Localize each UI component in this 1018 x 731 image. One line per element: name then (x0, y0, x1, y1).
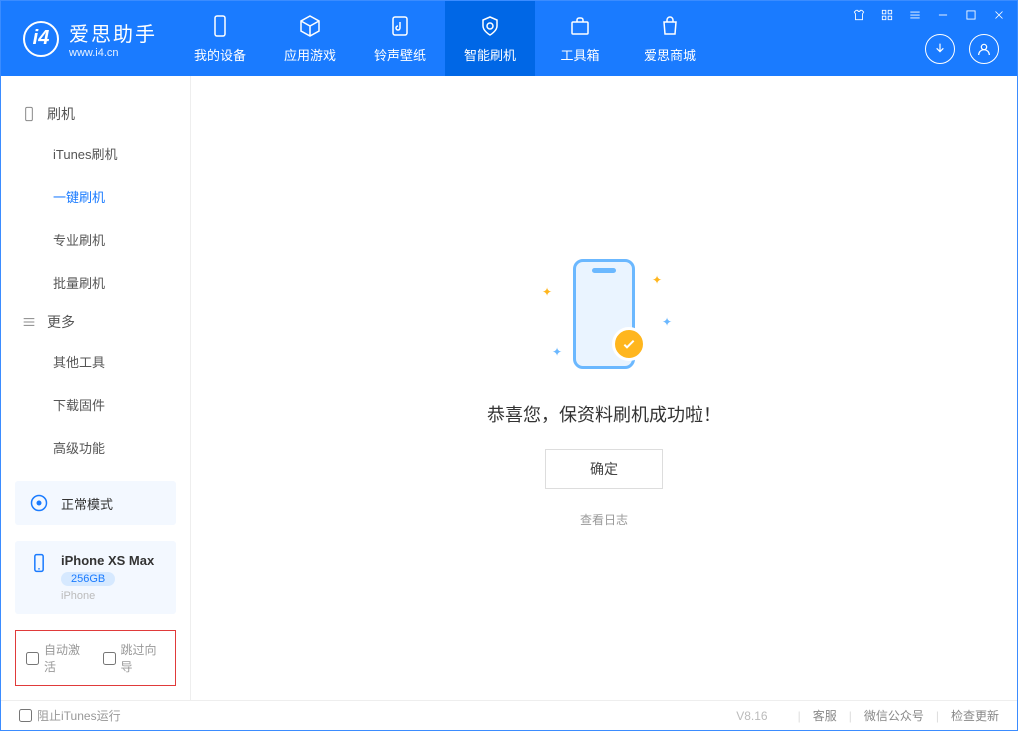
mode-label: 正常模式 (61, 494, 113, 513)
maximize-button[interactable] (963, 7, 979, 23)
list-icon (21, 314, 37, 330)
tshirt-icon[interactable] (851, 7, 867, 23)
checkbox-label: 自动激活 (44, 641, 89, 675)
device-capacity: 256GB (61, 572, 115, 586)
app-body: 刷机 iTunes刷机 一键刷机 专业刷机 批量刷机 更多 其他工具 下载固件 … (1, 76, 1017, 700)
version-label: V8.16 (736, 709, 767, 723)
logo-text: 爱思助手 www.i4.cn (69, 18, 157, 59)
minimize-button[interactable] (935, 7, 951, 23)
nav-apps-games[interactable]: 应用游戏 (265, 1, 355, 76)
confirm-button[interactable]: 确定 (545, 449, 663, 489)
toolbox-icon (567, 13, 593, 39)
logo-icon: i4 (23, 21, 59, 57)
sidebar-group-title: 更多 (47, 312, 75, 332)
sidebar-group-more[interactable]: 更多 (1, 304, 190, 340)
sidebar-item-pro-flash[interactable]: 专业刷机 (1, 218, 190, 261)
device-card[interactable]: iPhone XS Max 256GB iPhone (15, 541, 176, 614)
checkbox-label: 阻止iTunes运行 (37, 707, 121, 724)
cube-icon (297, 13, 323, 39)
nav-store[interactable]: 爱思商城 (625, 1, 715, 76)
download-button[interactable] (925, 34, 955, 64)
skip-guide-input[interactable] (103, 652, 116, 665)
nav-ringtones[interactable]: 铃声壁纸 (355, 1, 445, 76)
nav-toolbox[interactable]: 工具箱 (535, 1, 625, 76)
account-button[interactable] (969, 34, 999, 64)
grid-icon[interactable] (879, 7, 895, 23)
spark-icon: ✦ (552, 345, 562, 359)
sidebar: 刷机 iTunes刷机 一键刷机 专业刷机 批量刷机 更多 其他工具 下载固件 … (1, 76, 191, 700)
footer: 阻止iTunes运行 V8.16 | 客服 | 微信公众号 | 检查更新 (1, 700, 1017, 730)
footer-link-wechat[interactable]: 微信公众号 (864, 707, 924, 724)
user-icon (976, 41, 992, 57)
window-controls (851, 7, 1007, 23)
success-illustration: ✦ ✦ ✦ ✦ (524, 249, 684, 379)
nav-label: 工具箱 (560, 45, 599, 64)
device-name: iPhone XS Max (61, 553, 154, 568)
success-badge-icon (612, 327, 646, 361)
phone-icon (207, 13, 233, 39)
spark-icon: ✦ (652, 273, 662, 287)
check-icon (621, 336, 637, 352)
music-file-icon (387, 13, 413, 39)
block-itunes-checkbox[interactable]: 阻止iTunes运行 (19, 707, 121, 724)
main-nav: 我的设备 应用游戏 铃声壁纸 智能刷机 工具箱 爱思商城 (175, 1, 715, 76)
footer-link-check-update[interactable]: 检查更新 (951, 707, 999, 724)
sidebar-item-batch-flash[interactable]: 批量刷机 (1, 261, 190, 304)
device-phone-icon (29, 553, 49, 573)
spark-icon: ✦ (542, 285, 552, 299)
sidebar-item-other-tools[interactable]: 其他工具 (1, 340, 190, 383)
nav-my-device[interactable]: 我的设备 (175, 1, 265, 76)
device-info: iPhone XS Max 256GB iPhone (61, 553, 154, 602)
sidebar-item-download-firmware[interactable]: 下载固件 (1, 383, 190, 426)
sidebar-item-itunes-flash[interactable]: iTunes刷机 (1, 132, 190, 175)
auto-activate-input[interactable] (26, 652, 39, 665)
phone-icon (21, 106, 37, 122)
nav-label: 爱思商城 (644, 45, 696, 64)
nav-smart-flash[interactable]: 智能刷机 (445, 1, 535, 76)
device-type: iPhone (61, 590, 154, 602)
download-icon (932, 41, 948, 57)
sidebar-group-title: 刷机 (47, 104, 75, 124)
bag-icon (657, 13, 683, 39)
sidebar-item-advanced[interactable]: 高级功能 (1, 426, 190, 469)
footer-link-support[interactable]: 客服 (813, 707, 837, 724)
shield-refresh-icon (477, 13, 503, 39)
mode-card[interactable]: 正常模式 (15, 481, 176, 525)
sidebar-options: 自动激活 跳过向导 (15, 630, 176, 686)
success-message: 恭喜您，保资料刷机成功啦！ (487, 401, 721, 427)
close-button[interactable] (991, 7, 1007, 23)
checkbox-label: 跳过向导 (121, 641, 166, 675)
menu-icon[interactable] (907, 7, 923, 23)
header-actions (925, 34, 999, 64)
view-log-link[interactable]: 查看日志 (580, 511, 628, 528)
nav-label: 应用游戏 (284, 45, 336, 64)
nav-label: 铃声壁纸 (374, 45, 426, 64)
block-itunes-input[interactable] (19, 709, 32, 722)
sidebar-group-flash[interactable]: 刷机 (1, 96, 190, 132)
skip-guide-checkbox[interactable]: 跳过向导 (103, 641, 166, 675)
logo[interactable]: i4 爱思助手 www.i4.cn (1, 1, 175, 76)
app-header: i4 爱思助手 www.i4.cn 我的设备 应用游戏 铃声壁纸 智能刷机 工具… (1, 1, 1017, 76)
mode-icon (29, 493, 49, 513)
spark-icon: ✦ (662, 315, 672, 329)
nav-label: 智能刷机 (464, 45, 516, 64)
auto-activate-checkbox[interactable]: 自动激活 (26, 641, 89, 675)
main-content: ✦ ✦ ✦ ✦ 恭喜您，保资料刷机成功啦！ 确定 查看日志 (191, 76, 1017, 700)
sidebar-item-one-click-flash[interactable]: 一键刷机 (1, 175, 190, 218)
nav-label: 我的设备 (194, 45, 246, 64)
